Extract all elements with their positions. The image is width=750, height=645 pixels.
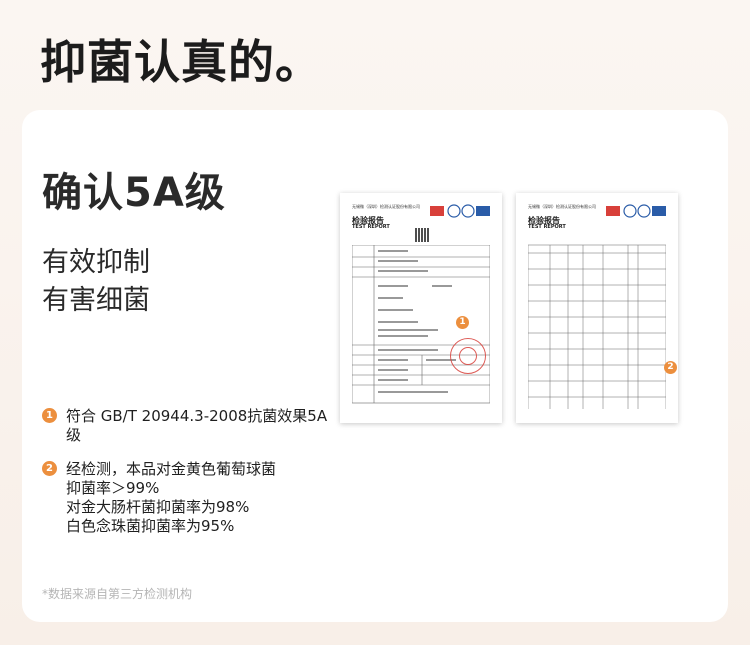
report-table [352,245,490,404]
subtitle-line-2: 有害细菌 [42,285,150,316]
card-title: 确认5A级 [42,170,226,216]
point-1: 1 符合 GB/T 20944.3-2008抗菌效果5A级 [42,407,342,445]
report-title-en: TEST REPORT [528,224,566,230]
report-marker-2: 2 [664,361,677,374]
report-marker-1: 1 [456,316,469,329]
qr-code-icon [415,228,429,242]
report-org: 无锡微（深圳）检测认证股份有限公司 [352,204,420,209]
point-number-badge: 1 [42,408,57,423]
report-org: 无锡微（深圳）检测认证股份有限公司 [528,204,596,209]
point-text-line: 对金大肠杆菌抑菌率为98% [66,498,250,516]
test-report-image-2: 无锡微（深圳）检测认证股份有限公司 检验报告 TEST REPORT [516,193,678,423]
point-text-line: 抑菌率＞99% [66,479,160,497]
point-text-line: 白色念珠菌抑菌率为95% [66,517,235,535]
page-headline: 抑菌认真的。 [40,35,322,89]
certification-logos-icon [430,204,490,218]
point-2: 2 经检测，本品对金黄色葡萄球菌 抑菌率＞99% 对金大肠杆菌抑菌率为98% 白… [42,460,342,536]
point-number-badge: 2 [42,461,57,476]
report-title-en: TEST REPORT [352,224,390,230]
point-text-line: 经检测，本品对金黄色葡萄球菌 [66,460,277,478]
report-results-table [528,244,666,409]
footnote: *数据来源自第三方检测机构 [42,587,193,601]
test-report-image-1: 无锡微（深圳）检测认证股份有限公司 检验报告 TEST REPORT [340,193,502,423]
red-seal-stamp [450,338,486,374]
point-text: 符合 GB/T 20944.3-2008抗菌效果5A级 [66,407,328,444]
certification-logos-icon [606,204,666,218]
subtitle-line-1: 有效抑制 [42,247,150,278]
